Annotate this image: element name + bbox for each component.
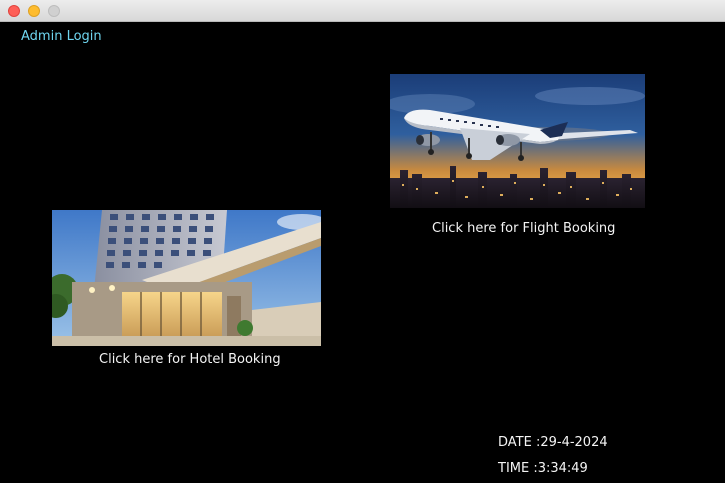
flight-booking-image[interactable] — [390, 74, 645, 208]
hotel-booking-image[interactable] — [52, 210, 321, 346]
minimize-icon[interactable] — [28, 5, 40, 17]
app-window: Admin Login Click here for Flight Bookin… — [0, 0, 725, 483]
airplane-over-city-icon — [390, 74, 645, 208]
date-display: DATE :29-4-2024 — [498, 435, 608, 450]
main-panel: Admin Login Click here for Flight Bookin… — [1, 22, 724, 482]
admin-login-link[interactable]: Admin Login — [21, 29, 102, 44]
title-bar[interactable] — [0, 0, 725, 22]
hotel-building-icon — [52, 210, 321, 346]
close-icon[interactable] — [8, 5, 20, 17]
zoom-icon[interactable] — [48, 5, 60, 17]
time-display: TIME :3:34:49 — [498, 461, 588, 476]
hotel-booking-link[interactable]: Click here for Hotel Booking — [99, 352, 281, 367]
flight-booking-link[interactable]: Click here for Flight Booking — [432, 221, 615, 236]
